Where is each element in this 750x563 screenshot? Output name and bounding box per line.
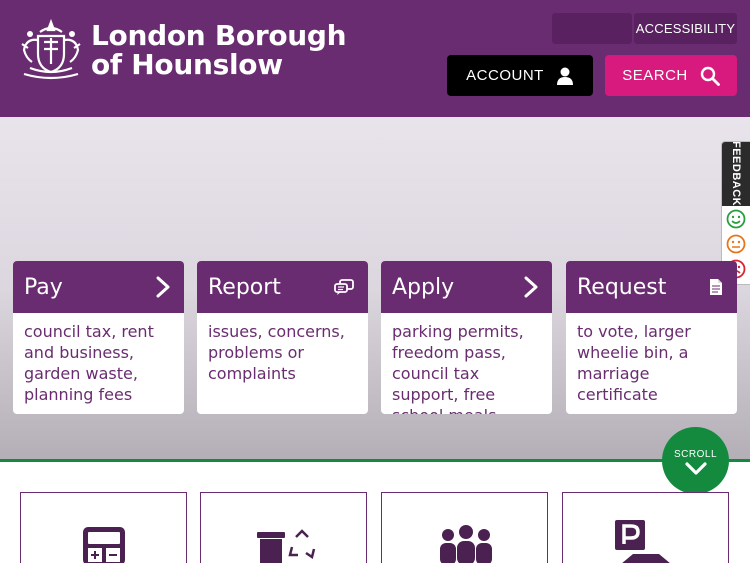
- pay-card-title: Pay: [24, 274, 63, 300]
- pay-card[interactable]: Pay council tax, rent and business, gard…: [13, 261, 184, 414]
- accessibility-button[interactable]: ACCESSIBILITY: [634, 13, 737, 44]
- borough-crest-logo-icon[interactable]: [18, 18, 84, 82]
- request-card[interactable]: Request to vote, larger wheelie bin, a m…: [566, 261, 737, 414]
- site-title-line-2: of Hounslow: [91, 48, 283, 81]
- apply-card-header[interactable]: Apply: [381, 261, 552, 313]
- search-button[interactable]: SEARCH: [605, 55, 737, 96]
- feedback-tab[interactable]: FEEDBACK: [722, 141, 750, 207]
- request-card-title: Request: [577, 274, 667, 300]
- feedback-label: FEEDBACK: [730, 141, 742, 207]
- parking-icon: [615, 520, 670, 563]
- pay-card-header[interactable]: Pay: [13, 261, 184, 313]
- scroll-button[interactable]: SCROLL: [662, 427, 729, 494]
- account-button-label: ACCOUNT: [466, 67, 544, 84]
- pay-card-description: council tax, rent and business, garden w…: [24, 322, 154, 404]
- report-card[interactable]: Report issues, concerns, problems or com…: [197, 261, 368, 414]
- request-card-description: to vote, larger wheelie bin, a marriage …: [577, 322, 691, 404]
- document-icon: [710, 279, 722, 295]
- people-icon: [440, 525, 492, 563]
- language-selector[interactable]: [552, 13, 632, 44]
- service-tile-2[interactable]: [200, 492, 367, 563]
- user-icon: [556, 67, 573, 85]
- apply-card-title: Apply: [392, 274, 455, 300]
- service-tile-1[interactable]: [20, 492, 187, 563]
- accessibility-button-label: ACCESSIBILITY: [635, 21, 736, 36]
- apply-card[interactable]: Apply parking permits, freedom pass, cou…: [381, 261, 552, 414]
- section-divider: [0, 459, 750, 462]
- bin-recycling-icon: [257, 529, 316, 563]
- chevron-right-icon: [156, 276, 170, 298]
- request-card-header[interactable]: Request: [566, 261, 737, 313]
- neutral-face-icon[interactable]: [722, 231, 750, 256]
- happy-face-icon[interactable]: [722, 206, 750, 231]
- calculator-icon: [83, 527, 125, 563]
- scroll-button-label: SCROLL: [673, 449, 717, 460]
- chat-bubbles-icon: [334, 279, 354, 295]
- site-title-line-1: London Borough: [91, 19, 347, 52]
- service-tile-4[interactable]: [562, 492, 729, 563]
- report-card-header[interactable]: Report: [197, 261, 368, 313]
- service-tile-3[interactable]: [381, 492, 548, 563]
- site-header: London Borough of Hounslow ACCESSIBILITY…: [0, 0, 750, 117]
- report-card-description: issues, concerns, problems or complaints: [208, 322, 345, 383]
- chevron-down-icon: [684, 462, 707, 475]
- search-button-label: SEARCH: [622, 67, 688, 84]
- report-card-title: Report: [208, 274, 281, 300]
- chevron-right-icon: [524, 276, 538, 298]
- account-button[interactable]: ACCOUNT: [447, 55, 593, 96]
- apply-card-description: parking permits, freedom pass, council t…: [392, 322, 524, 414]
- site-title[interactable]: London Borough of Hounslow: [91, 19, 347, 81]
- search-icon: [700, 66, 720, 86]
